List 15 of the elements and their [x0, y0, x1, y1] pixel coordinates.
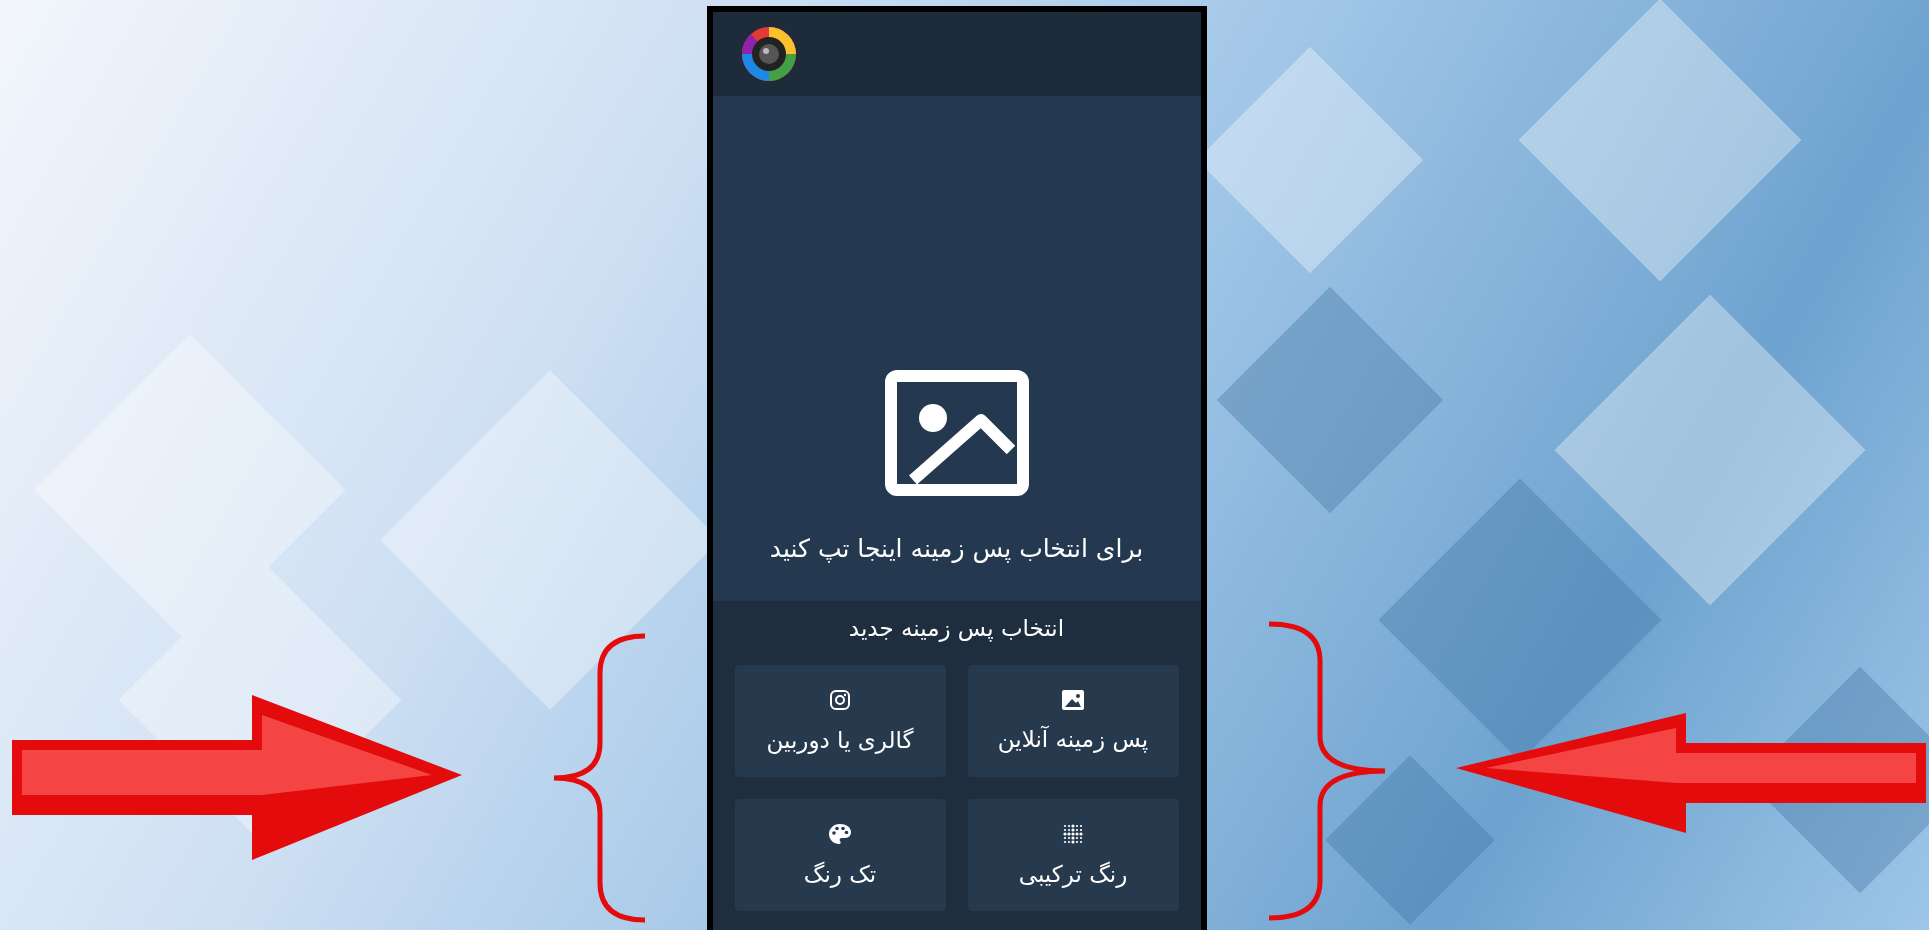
- option-button[interactable]: پس زمینه آنلاین: [967, 665, 1179, 777]
- option-button[interactable]: رنگ ترکیبی: [967, 799, 1179, 911]
- option-button[interactable]: گالری یا دوربین: [734, 665, 946, 777]
- camera-lens-logo-icon: [740, 26, 797, 82]
- option-button[interactable]: تک رنگ: [734, 799, 946, 911]
- background-preview[interactable]: برای انتخاب پس زمینه اینجا تپ کنید: [712, 96, 1201, 601]
- image-icon: [1062, 690, 1084, 710]
- left-arrow-icon: [1456, 713, 1926, 833]
- camera-icon: [829, 689, 851, 711]
- section-title: انتخاب پس زمینه جدید: [847, 615, 1066, 641]
- right-arrow-icon: [12, 695, 462, 860]
- image-icon: [884, 370, 1029, 496]
- preview-hint: برای انتخاب پس زمینه اینجا تپ کنید: [769, 534, 1144, 563]
- palette-icon: [828, 823, 852, 845]
- dot-grid-icon: [1062, 823, 1084, 845]
